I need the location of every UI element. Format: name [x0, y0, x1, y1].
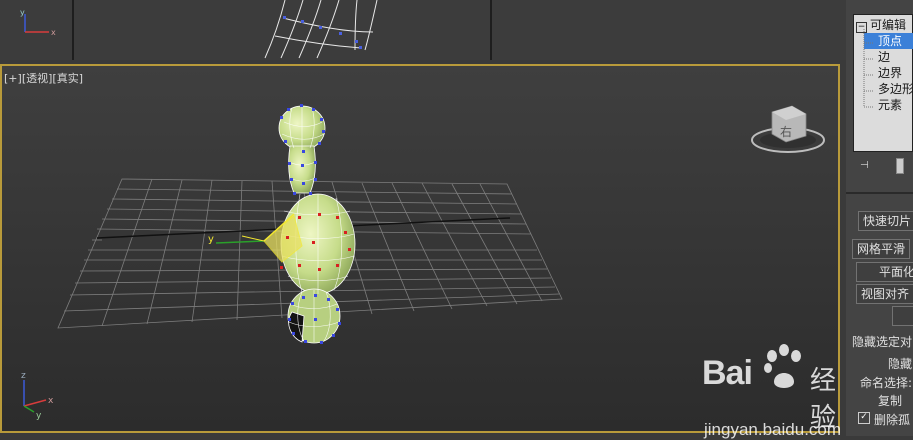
stack-item-polygon[interactable]: 多边形 — [878, 81, 913, 97]
named-selection-label: 命名选择: — [860, 376, 913, 390]
stack-item-border[interactable]: 边界 — [878, 65, 902, 81]
copy-button[interactable]: 复制 — [878, 392, 902, 409]
modifier-stack-list[interactable]: − 可编辑 顶点 边 边界 多边形 元素 — [853, 14, 913, 152]
hide-unselected-label[interactable]: 隐藏 — [888, 355, 912, 372]
gizmo-y-label: y — [208, 234, 214, 245]
quick-slice-button[interactable]: 快速切片 — [858, 211, 913, 231]
tripod-y-label: y — [36, 411, 42, 421]
top-axis-y: y — [20, 8, 25, 17]
tripod-x-label: x — [48, 396, 54, 406]
viewcube-face-label: 右 — [780, 124, 792, 139]
top-view-mesh — [264, 0, 378, 59]
top-axis-x: x — [51, 28, 56, 37]
panel-divider — [846, 192, 913, 194]
command-panel: − 可编辑 顶点 边 边界 多边形 元素 ⊣ 快速切片 网格平滑 平面化 视图对齐… — [846, 0, 913, 436]
watermark-brand: Bai — [702, 354, 753, 392]
tree-lines — [863, 29, 874, 108]
tripod-z-label: z — [21, 371, 26, 381]
viewcube: 右 — [751, 105, 825, 153]
delete-isolated-label: 删除孤 — [874, 413, 911, 427]
viewport-axis-tripod: z x y — [21, 371, 54, 421]
watermark-url: jingyan.baidu.com — [704, 420, 842, 439]
viewport-divider — [490, 0, 492, 60]
mesh-smooth-button[interactable]: 网格平滑 — [852, 239, 910, 259]
planarize-button[interactable]: 平面化 — [856, 262, 913, 282]
top-viewports[interactable]: y x — [0, 0, 846, 60]
paw-logo-icon — [764, 344, 801, 388]
baidu-watermark: Bai 经验 jingyan.baidu.com — [700, 340, 850, 439]
pin-stack-icon[interactable]: ⊣ — [860, 160, 872, 171]
delete-isolated-checkbox[interactable]: ✓ — [858, 412, 870, 424]
grid-align-button[interactable] — [892, 306, 913, 326]
top-axis-gizmo: y x — [20, 8, 56, 37]
stack-item-element[interactable]: 元素 — [878, 97, 902, 113]
show-result-icon[interactable] — [896, 158, 904, 174]
hide-selected-label[interactable]: 隐藏选定对 — [852, 333, 912, 350]
view-align-button[interactable]: 视图对齐 — [856, 284, 913, 304]
